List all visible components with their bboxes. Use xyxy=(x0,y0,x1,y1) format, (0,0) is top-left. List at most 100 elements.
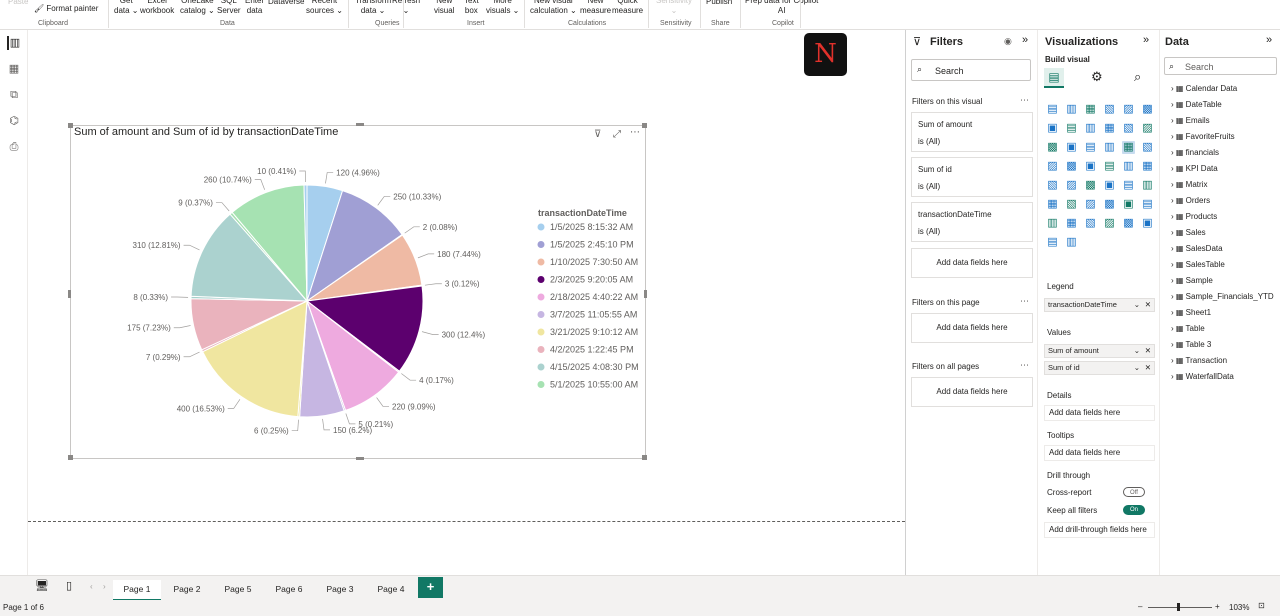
remove-icon[interactable]: ✕ xyxy=(1145,362,1151,374)
visual-type-icon[interactable]: ▥ xyxy=(1046,217,1059,230)
table-item[interactable]: › ▦ Orders xyxy=(1171,196,1210,205)
format-painter-button[interactable]: 🖌 Format painter xyxy=(34,4,98,14)
legend-marker[interactable] xyxy=(537,363,545,371)
tab-page[interactable]: Page 5 xyxy=(214,580,262,601)
legend-item[interactable]: 3/21/2025 9:10:12 AM xyxy=(550,327,638,337)
legend-marker[interactable] xyxy=(537,346,545,353)
visual-type-icon[interactable]: ▥ xyxy=(1065,103,1078,116)
visual-type-icon[interactable]: ▩ xyxy=(1103,198,1116,211)
legend-item[interactable]: 1/5/2025 2:45:10 PM xyxy=(550,240,634,250)
visual-type-icon[interactable]: ▧ xyxy=(1141,141,1154,154)
values-field-id[interactable]: Sum of id ⌄ ✕ xyxy=(1044,361,1155,375)
legend-item[interactable]: 3/7/2025 11:05:55 AM xyxy=(550,310,637,320)
tooltips-add-fields[interactable]: Add data fields here xyxy=(1044,445,1155,461)
visual-type-icon[interactable]: ▦ xyxy=(1103,122,1116,135)
table-item[interactable]: › ▦ KPI Data xyxy=(1171,164,1218,173)
visual-type-icon[interactable]: ▥ xyxy=(1103,141,1116,154)
legend-item[interactable]: 4/15/2025 4:08:30 PM xyxy=(550,362,639,372)
visual-type-icon[interactable]: ▨ xyxy=(1103,217,1116,230)
ribbon-button[interactable]: Prep data for Copilot AI xyxy=(745,0,818,16)
chevron-down-icon[interactable]: ⌄ xyxy=(1134,299,1140,311)
remove-icon[interactable]: ✕ xyxy=(1145,299,1151,311)
chevron-down-icon[interactable]: ⌄ xyxy=(1134,362,1140,374)
collapse-data-icon[interactable]: » xyxy=(1266,34,1272,46)
eye-icon[interactable]: ◉ xyxy=(1004,36,1012,47)
visual-type-icon[interactable]: ▩ xyxy=(1046,141,1059,154)
tab-page[interactable]: Page 3 xyxy=(316,580,364,601)
mobile-layout-icon[interactable]: ▯ xyxy=(66,579,72,592)
table-item[interactable]: › ▦ Products xyxy=(1171,212,1217,221)
ribbon-button[interactable]: Quick measure xyxy=(612,0,643,16)
visual-type-icon[interactable]: ▤ xyxy=(1065,122,1078,135)
ribbon-button[interactable]: Enter data xyxy=(245,0,264,16)
table-item[interactable]: › ▦ Sales xyxy=(1171,228,1206,237)
visual-type-icon[interactable]: ▣ xyxy=(1046,122,1059,135)
visual-type-icon[interactable]: ▦ xyxy=(1141,160,1154,173)
tab-page[interactable]: Page 4 xyxy=(367,580,415,601)
visual-type-icon[interactable]: ▩ xyxy=(1141,103,1154,116)
ribbon-button[interactable]: Transform data ⌄ xyxy=(355,0,391,16)
ribbon-button[interactable]: Excel workbook xyxy=(140,0,174,16)
add-fields-all[interactable]: Add data fields here xyxy=(911,377,1033,407)
filter-card[interactable]: transactionDateTime is (All) xyxy=(911,202,1033,242)
desktop-layout-icon[interactable]: 🖥 xyxy=(35,579,49,592)
pie-chart[interactable]: 120 (4.96%) 250 (10.33%) 2 (0.08%) 180 (7.4… xyxy=(71,126,647,460)
tab-page[interactable]: Page 2 xyxy=(163,580,211,601)
legend-marker[interactable] xyxy=(537,381,545,388)
tmdl-view-icon[interactable]: ⎙ xyxy=(7,140,21,154)
zoom-slider[interactable] xyxy=(1148,607,1212,608)
prev-page-icon[interactable]: ‹ xyxy=(90,582,93,591)
filters-search-input[interactable]: ⌕ Search xyxy=(911,59,1031,81)
visual-type-icon[interactable]: ▥ xyxy=(1084,122,1097,135)
visual-type-icon[interactable]: ▩ xyxy=(1065,160,1078,173)
ribbon-button[interactable]: OneLake catalog ⌄ xyxy=(180,0,215,16)
visual-type-icon[interactable]: ▤ xyxy=(1046,236,1059,249)
table-item[interactable]: › ▦ SalesData xyxy=(1171,244,1223,253)
ribbon-button[interactable]: New visual xyxy=(434,0,454,16)
ribbon-button[interactable]: New measure xyxy=(580,0,611,16)
legend-marker[interactable] xyxy=(537,223,545,231)
zoom-out-icon[interactable]: – xyxy=(1138,602,1142,611)
ribbon-button[interactable]: Dataverse xyxy=(268,0,304,7)
ribbon-button[interactable]: More visuals ⌄ xyxy=(486,0,519,16)
table-item[interactable]: › ▦ financials xyxy=(1171,148,1219,157)
ribbon-button[interactable]: SQL Server xyxy=(217,0,241,16)
table-item[interactable]: › ▦ Sample_Financials_YTD xyxy=(1171,292,1274,301)
visual-type-icon[interactable]: ▦ xyxy=(1065,217,1078,230)
table-item[interactable]: › ▦ Sample xyxy=(1171,276,1213,285)
visual-type-icon[interactable]: ▧ xyxy=(1122,122,1135,135)
format-visual-icon[interactable]: ⚙ xyxy=(1091,69,1103,85)
visual-type-icon[interactable]: ▣ xyxy=(1103,179,1116,192)
visual-type-icon[interactable]: ▧ xyxy=(1065,198,1078,211)
visual-type-icon[interactable]: ▣ xyxy=(1141,217,1154,230)
keep-filters-toggle[interactable]: On xyxy=(1123,505,1145,515)
visual-type-icon[interactable]: ▨ xyxy=(1141,122,1154,135)
more-options-icon[interactable]: ⋯ xyxy=(1020,296,1029,307)
more-options-icon[interactable]: ⋯ xyxy=(1020,95,1029,106)
visual-type-icon[interactable]: ▤ xyxy=(1122,179,1135,192)
visual-type-icon[interactable]: ▧ xyxy=(1103,103,1116,116)
new-page-button[interactable]: + xyxy=(418,577,443,598)
dax-query-icon[interactable]: ⌬ xyxy=(7,114,21,128)
legend-marker[interactable] xyxy=(537,293,545,301)
ribbon-button[interactable]: New visual calculation ⌄ xyxy=(530,0,577,16)
analytics-icon[interactable]: ⌕ xyxy=(1134,69,1141,85)
legend-item[interactable]: 1/5/2025 8:15:32 AM xyxy=(550,222,633,232)
fit-page-icon[interactable]: ⊡ xyxy=(1258,601,1265,610)
ribbon-button[interactable]: Sensitivity ⌄ xyxy=(656,0,692,16)
legend-item[interactable]: 1/10/2025 7:30:50 AM xyxy=(550,257,638,267)
table-item[interactable]: › ▦ Emails xyxy=(1171,116,1210,125)
ribbon-button[interactable]: Paste xyxy=(8,0,28,7)
table-item[interactable]: › ▦ Calendar Data xyxy=(1171,84,1237,93)
add-fields-visual[interactable]: Add data fields here xyxy=(911,248,1033,278)
tab-page[interactable]: Page 6 xyxy=(265,580,313,601)
table-item[interactable]: › ▦ WaterfallData xyxy=(1171,372,1234,381)
data-search-input[interactable]: ⌕ Search xyxy=(1164,57,1277,75)
legend-marker[interactable] xyxy=(537,328,545,336)
visual-type-icon[interactable]: ▤ xyxy=(1046,103,1059,116)
table-item[interactable]: › ▦ DateTable xyxy=(1171,100,1222,109)
visual-type-icon[interactable]: ▤ xyxy=(1103,160,1116,173)
visual-type-icon[interactable]: ▣ xyxy=(1122,198,1135,211)
cross-report-toggle[interactable]: Off xyxy=(1123,487,1145,497)
visual-type-icon[interactable]: ▧ xyxy=(1046,179,1059,192)
